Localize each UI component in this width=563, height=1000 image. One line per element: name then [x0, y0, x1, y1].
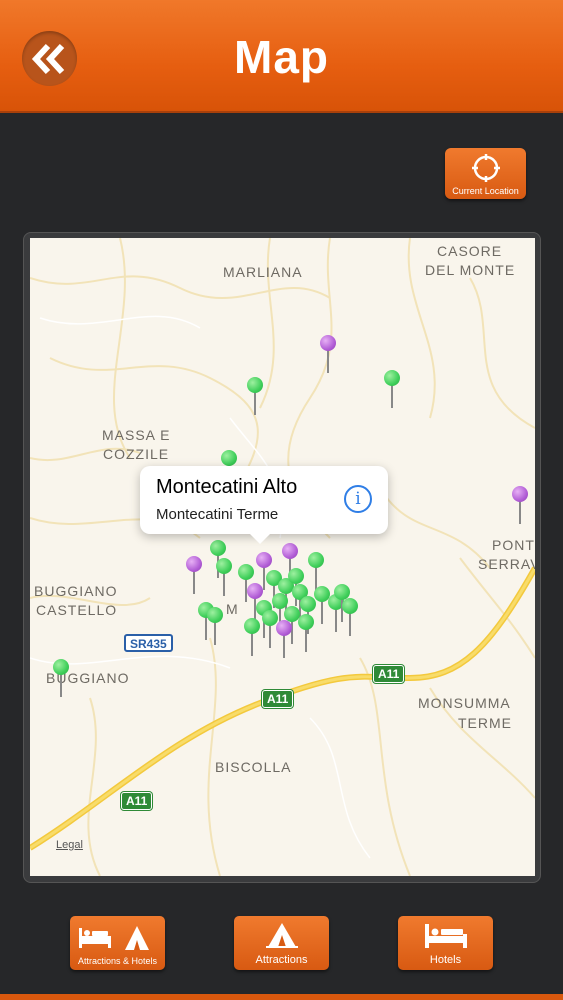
map-label-monsummano-1: MONSUMMA	[418, 695, 511, 711]
map-label-casore-2: DEL MONTE	[425, 262, 516, 278]
crosshair-icon	[472, 154, 500, 182]
map-label-ponte-2: SERRAV	[478, 556, 535, 572]
bed-and-tent-icon	[79, 926, 149, 950]
tent-icon	[266, 923, 298, 948]
tab-attractions[interactable]: Attractions	[234, 916, 329, 970]
callout-subtitle: Montecatini Terme	[156, 506, 279, 523]
map-label-ponte-1: PONT	[492, 537, 535, 553]
header-bar: Map	[0, 0, 563, 113]
map-pin[interactable]	[216, 558, 232, 608]
tab-attractions-and-hotels[interactable]: Attractions & Hotels	[70, 916, 165, 970]
map-label-biscolla: BISCOLLA	[215, 759, 292, 775]
tab-label: Attractions & Hotels	[77, 956, 158, 966]
map-label-buggiano-castello-1: BUGGIANO	[34, 583, 118, 599]
current-location-button[interactable]: Current Location	[445, 148, 526, 199]
road-sign-a11: A11	[373, 665, 405, 683]
map-pin[interactable]	[186, 556, 202, 606]
map-label-massa-1: MASSA E	[102, 427, 171, 443]
road-sign-sr435: SR435	[124, 634, 173, 652]
bed-icon	[425, 924, 467, 948]
road-sign-a11: A11	[121, 792, 153, 810]
map-label-buggiano-castello-2: CASTELLO	[36, 602, 118, 618]
map-label-massa-2: COZZILE	[103, 446, 170, 462]
info-icon[interactable]: i	[344, 485, 372, 513]
callout-title: Montecatini Alto	[156, 476, 298, 498]
tab-hotels[interactable]: Hotels	[398, 916, 493, 970]
map-pin[interactable]	[207, 607, 223, 657]
legal-link[interactable]: Legal	[56, 839, 83, 851]
map-pin[interactable]	[320, 335, 336, 385]
map-view[interactable]: MARLIANA CASORE DEL MONTE MASSA E COZZIL…	[30, 238, 535, 876]
map-pin[interactable]	[512, 486, 528, 536]
map-label-casore-1: CASORE	[437, 243, 503, 259]
map-pin[interactable]	[276, 620, 292, 670]
current-location-label: Current Location	[452, 186, 519, 196]
map-label-marliana: MARLIANA	[223, 264, 303, 280]
map-pin[interactable]	[298, 614, 314, 664]
map-label-monsummano-2: TERME	[458, 715, 512, 731]
road-sign-a11: A11	[262, 690, 294, 708]
tab-label: Attractions	[255, 954, 308, 966]
bottom-accent-strip	[0, 994, 563, 1000]
map-callout[interactable]: Montecatini Alto Montecatini Terme i	[140, 466, 388, 544]
map-pin[interactable]	[238, 564, 254, 614]
map-pin[interactable]	[342, 598, 358, 648]
map-pin[interactable]	[247, 377, 263, 427]
map-pin[interactable]	[384, 370, 400, 420]
map-pin[interactable]	[53, 659, 69, 709]
tab-label: Hotels	[429, 954, 462, 966]
page-title: Map	[234, 31, 329, 83]
map-pin[interactable]	[244, 618, 260, 668]
